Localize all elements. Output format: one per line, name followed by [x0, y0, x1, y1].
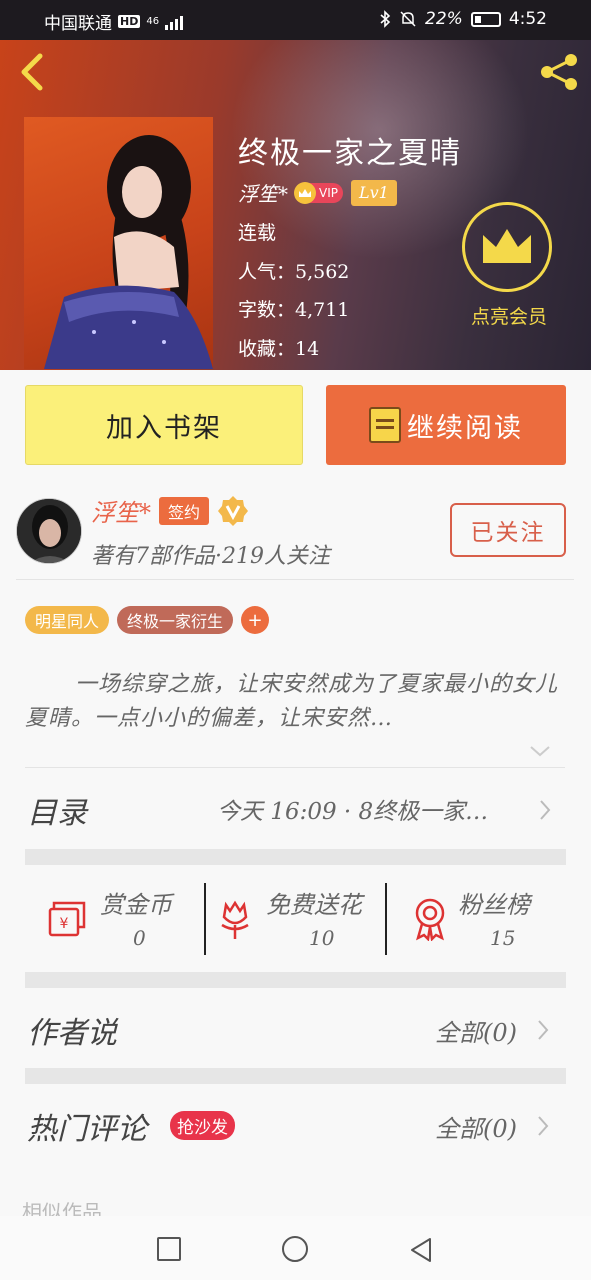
divider — [204, 883, 206, 955]
catalog-latest-chapter: 今天 16:09 · 8终极一家… — [217, 799, 489, 825]
section-separator — [25, 849, 566, 865]
network-label: 46 — [146, 15, 160, 27]
hot-comments-title: 热门评论 — [27, 1112, 147, 1147]
author-says-all: 全部(0) — [435, 1019, 517, 1047]
fan-ranking-label: 粉丝榜 — [458, 891, 530, 919]
divider — [25, 767, 565, 768]
clock: 4:52 — [508, 9, 547, 29]
recent-apps-button[interactable] — [157, 1237, 181, 1261]
divider — [16, 579, 574, 580]
divider — [385, 883, 387, 955]
author-info: 浮笙* 签约 — [91, 493, 249, 528]
red-envelope-icon: ¥ — [48, 901, 86, 937]
mute-bell-icon — [400, 11, 416, 27]
svg-text:¥: ¥ — [60, 916, 69, 932]
popularity: 人气：5,562 — [238, 261, 350, 283]
tag-item[interactable]: 终极一家衍生 — [117, 606, 234, 634]
flower-icon — [221, 900, 249, 939]
author-says-title: 作者说 — [27, 1016, 117, 1051]
catalog-title: 目录 — [27, 796, 87, 831]
follow-button[interactable]: 已关注 — [450, 503, 566, 557]
continue-reading-button[interactable]: 继续阅读 — [326, 385, 566, 465]
author-stats: 著有7部作品·219人关注 — [91, 544, 330, 569]
hot-comments-all: 全部(0) — [435, 1115, 517, 1143]
word-count: 字数：4,711 — [238, 299, 350, 321]
chevron-down-icon[interactable] — [528, 742, 552, 760]
free-flower-label: 免费送花 — [266, 891, 362, 919]
add-tag-button[interactable]: + — [241, 606, 270, 634]
section-separator — [25, 972, 566, 988]
book-author-row: 浮笙* VIP Lv1 — [238, 178, 397, 207]
back-triangle-button[interactable] — [408, 1236, 434, 1264]
cover-illustration — [44, 135, 213, 369]
vip-label: VIP — [319, 185, 338, 200]
serial-status: 连载 — [238, 222, 277, 244]
battery-icon — [470, 11, 501, 27]
book-title: 终极一家之夏晴 — [238, 136, 462, 171]
member-label[interactable]: 点亮会员 — [462, 302, 556, 329]
crown-icon — [294, 181, 316, 204]
carrier-label: 中国联通 — [44, 14, 112, 34]
chevron-right-icon — [540, 800, 551, 820]
signal-icon — [165, 14, 184, 30]
bluetooth-icon — [380, 10, 391, 28]
fan-ranking-value: 15 — [490, 926, 516, 950]
system-nav-bar — [0, 1216, 591, 1280]
author-avatar[interactable] — [16, 498, 82, 564]
level-badge: Lv1 — [350, 179, 397, 206]
status-left: 中国联通 HD 46 — [44, 9, 184, 34]
continue-reading-label: 继续阅读 — [407, 412, 523, 444]
add-to-shelf-button[interactable]: 加入书架 — [25, 385, 303, 465]
share-button[interactable] — [537, 52, 583, 92]
crown-icon — [483, 229, 531, 263]
member-crown-button[interactable] — [462, 202, 552, 292]
synopsis-text[interactable]: 一场综穿之旅，让宋安然成为了夏家最小的女儿夏晴。一点小小的偏差，让宋安然… — [25, 668, 561, 736]
hd-badge: HD — [118, 15, 141, 28]
verified-icon — [218, 495, 249, 526]
book-icon — [369, 407, 401, 443]
medal-icon — [415, 898, 445, 941]
author-name[interactable]: 浮笙* — [91, 493, 151, 528]
section-separator — [25, 1068, 566, 1084]
vip-badge: VIP — [294, 181, 343, 204]
book-cover-image[interactable] — [24, 117, 213, 369]
home-button[interactable] — [282, 1236, 308, 1262]
tag-item[interactable]: 明星同人 — [25, 606, 110, 634]
chevron-right-icon — [538, 1116, 549, 1136]
status-right: 22% 4:52 — [379, 9, 547, 29]
favorites: 收藏：14 — [238, 338, 320, 360]
book-header: 终极一家之夏晴 浮笙* VIP Lv1 连载 人气：5,562 字数：4,711… — [0, 40, 591, 370]
grab-sofa-badge[interactable]: 抢沙发 — [170, 1111, 235, 1140]
reward-coins-value: 0 — [133, 926, 146, 950]
free-flower-value: 10 — [309, 926, 335, 950]
back-button[interactable] — [14, 52, 50, 92]
reward-coins-label: 赏金币 — [100, 891, 172, 919]
book-author[interactable]: 浮笙* — [238, 178, 288, 207]
tag-list: 明星同人 终极一家衍生 + — [25, 606, 270, 634]
battery-percent: 22% — [425, 9, 463, 29]
chevron-right-icon — [538, 1020, 549, 1040]
signed-badge: 签约 — [159, 496, 210, 525]
status-bar: 中国联通 HD 46 22% 4:52 — [0, 0, 591, 40]
